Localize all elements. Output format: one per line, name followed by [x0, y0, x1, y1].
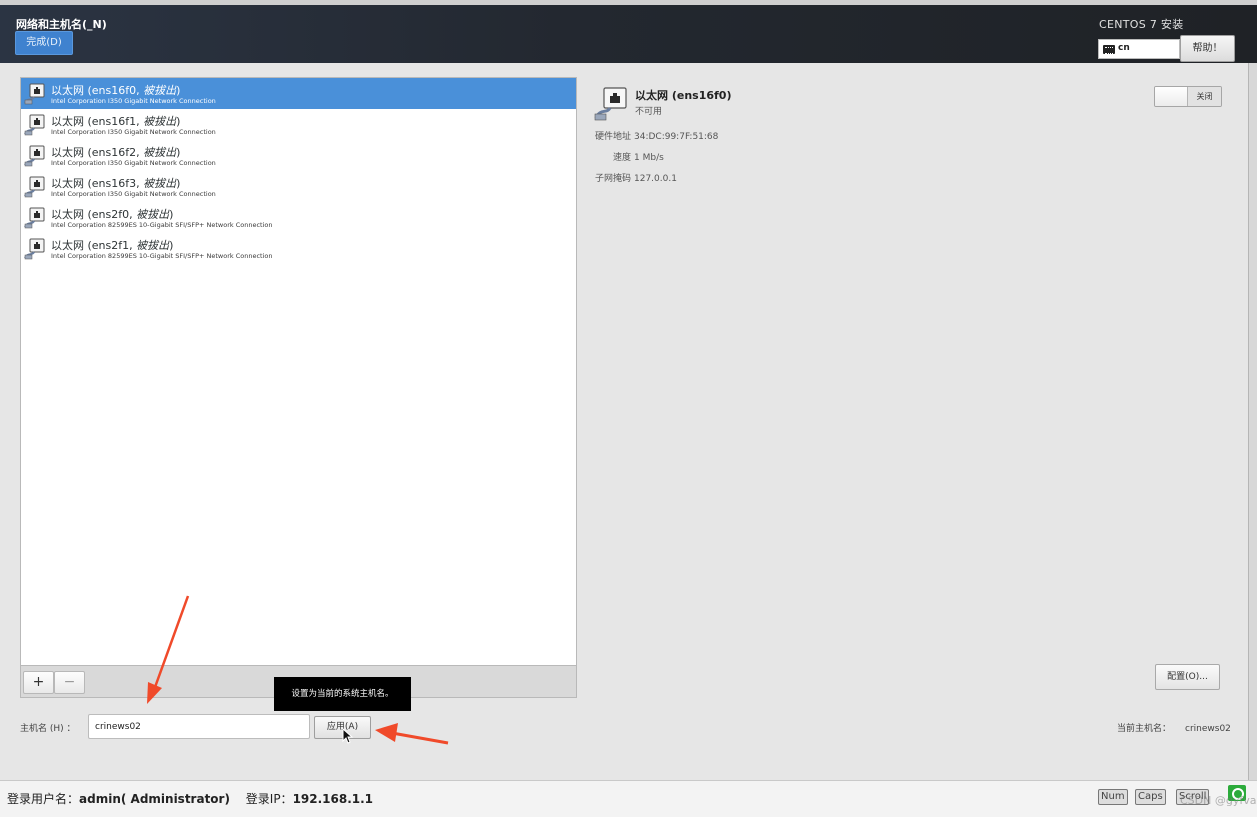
device-title: 以太网 (ens2f1, 被拔出) [51, 239, 174, 252]
login-info: 登录用户名：admin( Administrator) 登录IP：192.168… [7, 790, 373, 807]
subnet-mask-row: 子网掩码 127.0.0.1 [591, 171, 677, 184]
hostname-input[interactable] [88, 714, 310, 739]
device-power-toggle[interactable]: 关闭 [1154, 86, 1222, 107]
user-label: 登录用户名： [7, 792, 80, 806]
caps-lock-indicator: Caps [1135, 789, 1166, 805]
device-title: 以太网 (ens16f0, 被拔出) [51, 84, 181, 97]
apply-tooltip: 设置为当前的系统主机名。 [274, 677, 411, 711]
current-hostname-value: crinews02 [1185, 724, 1231, 734]
device-row-ens2f0[interactable]: 以太网 (ens2f0, 被拔出) Intel Corporation 8259… [21, 202, 576, 233]
hardware-address-value: 34:DC:99:7F:51:68 [634, 132, 719, 142]
ethernet-icon [24, 145, 45, 167]
device-title: 以太网 (ens2f0, 被拔出) [51, 208, 174, 221]
speed-value: 1 Mb/s [634, 153, 664, 163]
speed-row: 速度 1 Mb/s [591, 150, 664, 163]
num-lock-indicator: Num [1098, 789, 1128, 805]
mouse-cursor-icon [342, 728, 354, 744]
device-description: Intel Corporation I350 Gigabit Network C… [51, 190, 216, 198]
device-status: 不可用 [635, 107, 663, 117]
ethernet-icon [24, 83, 45, 105]
device-detail-title: 以太网 (ens16f0) [635, 89, 732, 102]
status-bar: 登录用户名：admin( Administrator) 登录IP：192.168… [0, 780, 1257, 817]
network-device-list[interactable]: 以太网 (ens16f0, 被拔出) Intel Corporation I35… [20, 77, 577, 666]
device-description: Intel Corporation 82599ES 10-Gigabit SFI… [51, 221, 273, 229]
toggle-knob [1155, 87, 1188, 106]
toggle-label: 关闭 [1188, 87, 1221, 106]
remove-device-button[interactable]: − [54, 671, 85, 694]
device-description: Intel Corporation I350 Gigabit Network C… [51, 97, 216, 105]
device-row-ens16f3[interactable]: 以太网 (ens16f3, 被拔出) Intel Corporation I35… [21, 171, 576, 202]
keyboard-layout-indicator[interactable]: cn [1098, 39, 1180, 59]
ip-value: 192.168.1.1 [292, 792, 374, 806]
spoke-title: 网络和主机名(_N) [16, 18, 107, 31]
ethernet-icon [24, 207, 45, 229]
user-value: admin( Administrator) [79, 792, 230, 806]
device-description: Intel Corporation I350 Gigabit Network C… [51, 159, 216, 167]
device-title: 以太网 (ens16f2, 被拔出) [51, 146, 181, 159]
spoke-header: 网络和主机名(_N) 完成(D) CENTOS 7 安装 cn 帮助！ [0, 5, 1257, 63]
hardware-address-label: 硬件地址 [594, 132, 631, 142]
add-device-button[interactable]: + [23, 671, 54, 694]
ethernet-icon [24, 176, 45, 198]
hardware-address-row: 硬件地址 34:DC:99:7F:51:68 [591, 129, 718, 142]
device-row-ens16f1[interactable]: 以太网 (ens16f1, 被拔出) Intel Corporation I35… [21, 109, 576, 140]
device-description: Intel Corporation 82599ES 10-Gigabit SFI… [51, 252, 273, 260]
hostname-label: 主机名 (H) ： [20, 724, 76, 734]
configure-button[interactable]: 配置(O)... [1155, 664, 1220, 690]
arrow-to-apply-button [375, 723, 449, 745]
speed-label: 速度 [612, 153, 631, 163]
subnet-mask-value: 127.0.0.1 [634, 174, 677, 184]
window-edge [1248, 63, 1257, 780]
device-row-ens16f0[interactable]: 以太网 (ens16f0, 被拔出) Intel Corporation I35… [21, 78, 576, 109]
product-title: CENTOS 7 安装 [1099, 18, 1184, 31]
device-title: 以太网 (ens16f3, 被拔出) [51, 177, 181, 190]
device-description: Intel Corporation I350 Gigabit Network C… [51, 128, 216, 136]
current-hostname: 当前主机名： crinews02 [1117, 721, 1231, 734]
done-button[interactable]: 完成(D) [15, 31, 73, 55]
current-hostname-label: 当前主机名： [1117, 724, 1172, 734]
keyboard-icon [1103, 45, 1115, 54]
ethernet-icon [24, 114, 45, 136]
ethernet-icon [594, 87, 627, 121]
device-row-ens2f1[interactable]: 以太网 (ens2f1, 被拔出) Intel Corporation 8259… [21, 233, 576, 264]
ip-label: 登录IP： [245, 792, 293, 806]
ethernet-icon [24, 238, 45, 260]
keyboard-layout-label: cn [1118, 43, 1130, 53]
device-row-ens16f2[interactable]: 以太网 (ens16f2, 被拔出) Intel Corporation I35… [21, 140, 576, 171]
device-title: 以太网 (ens16f1, 被拔出) [51, 115, 181, 128]
watermark: CSDN @gyfvar [1180, 794, 1257, 807]
help-button[interactable]: 帮助！ [1180, 35, 1235, 62]
subnet-mask-label: 子网掩码 [594, 174, 631, 184]
